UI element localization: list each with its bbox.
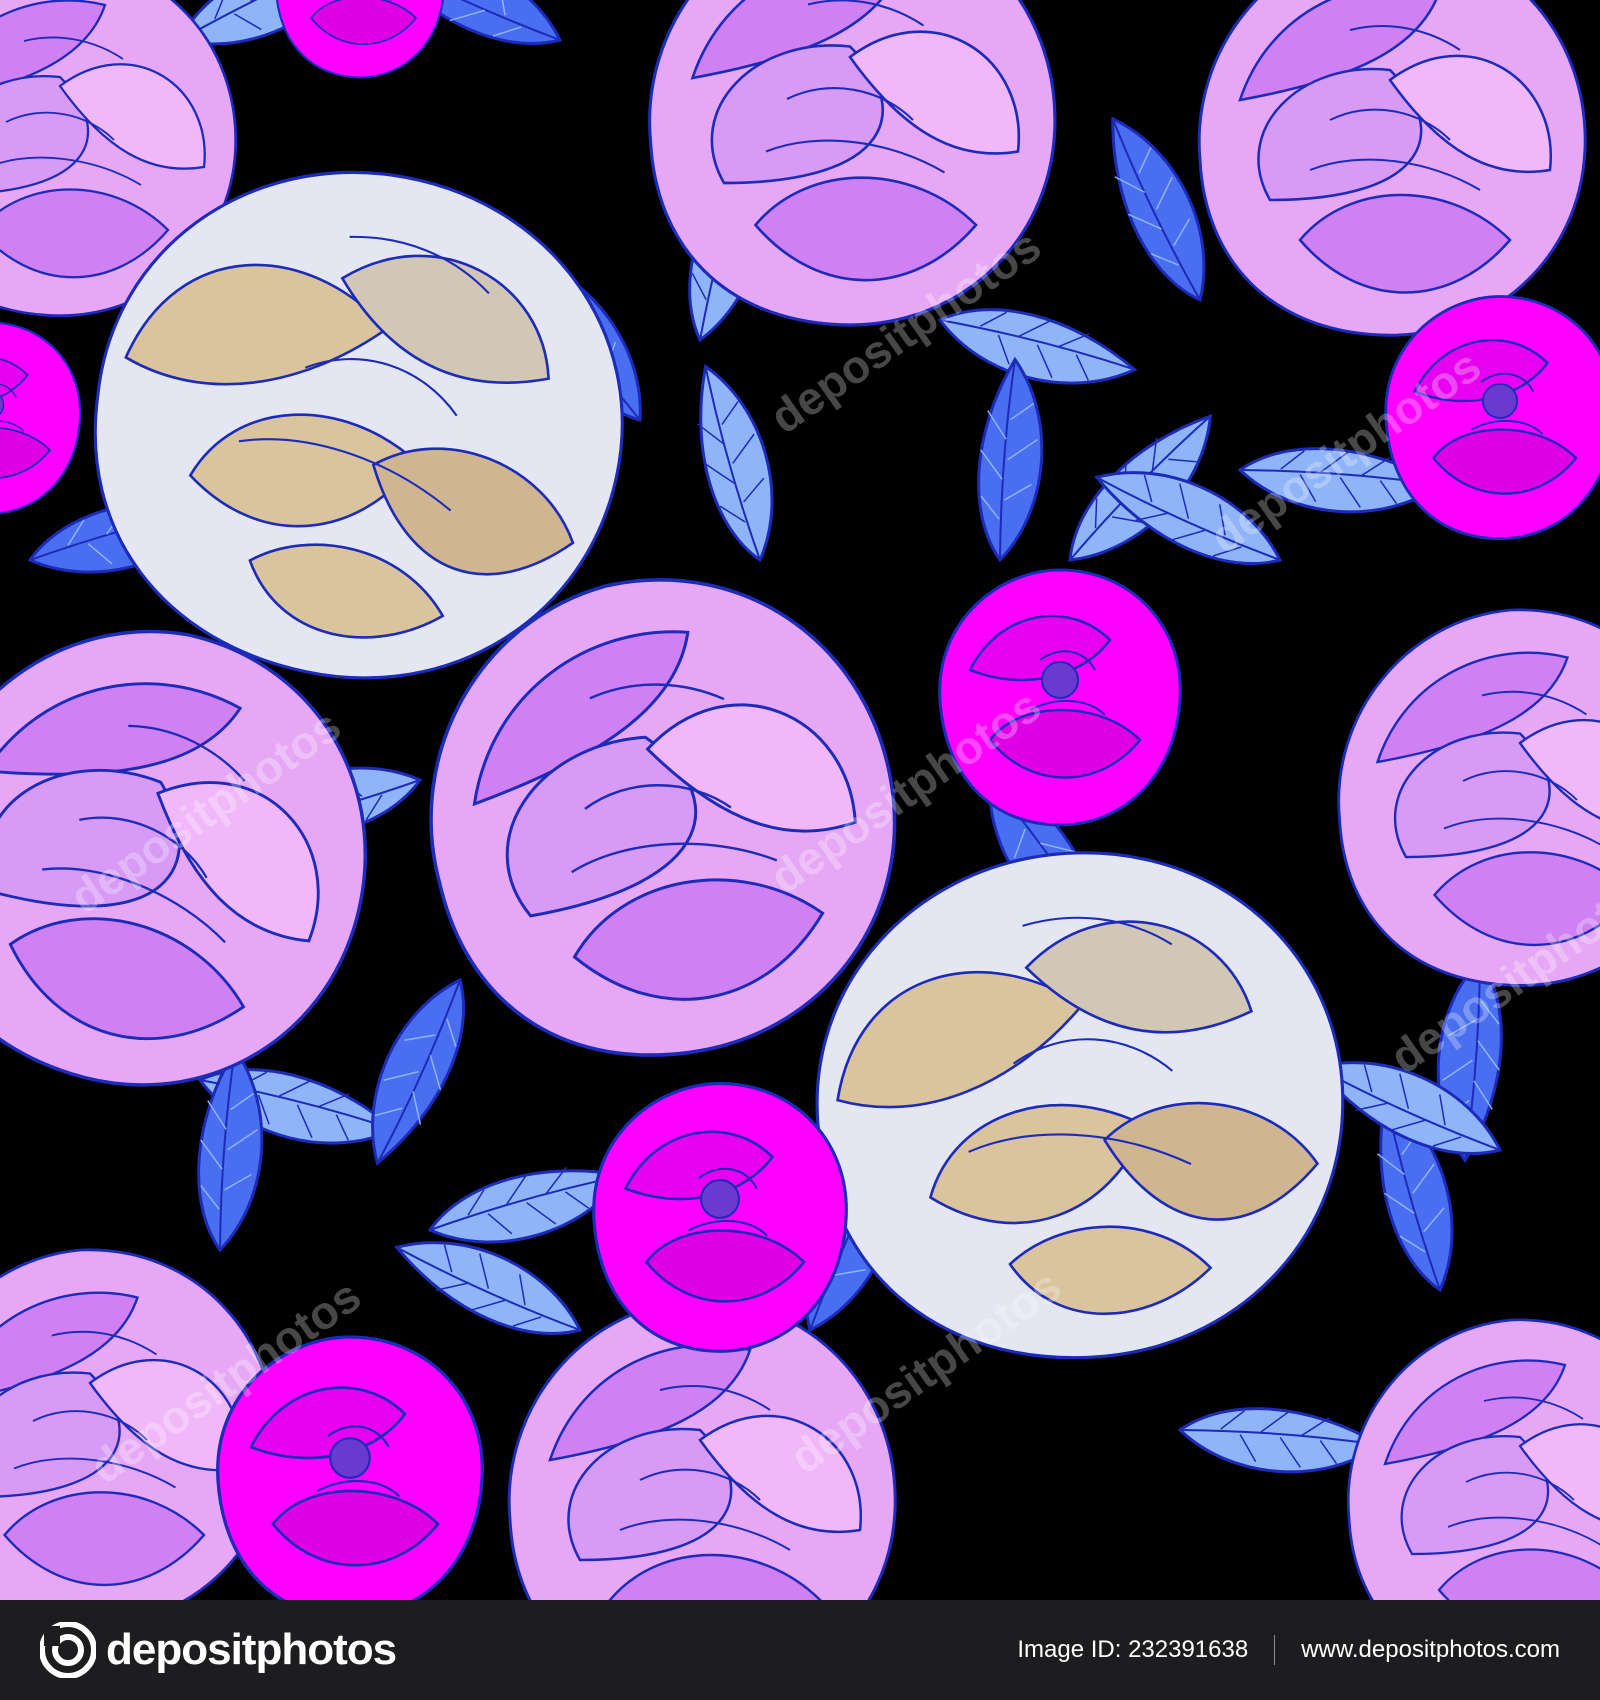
divider	[1274, 1635, 1276, 1665]
image-meta: Image ID: 232391638 www.depositphotos.co…	[1017, 1600, 1560, 1700]
image-id-label: Image ID: 232391638	[1017, 1636, 1249, 1663]
stock-footer-bar: depositphotos Image ID: 232391638 www.de…	[0, 1600, 1600, 1700]
depositphotos-logo-icon	[40, 1622, 96, 1678]
brand[interactable]: depositphotos	[40, 1622, 397, 1678]
brand-name: depositphotos	[106, 1625, 397, 1674]
website-link[interactable]: www.depositphotos.com	[1301, 1636, 1560, 1664]
floral-peony-pattern	[0, 0, 1600, 1600]
